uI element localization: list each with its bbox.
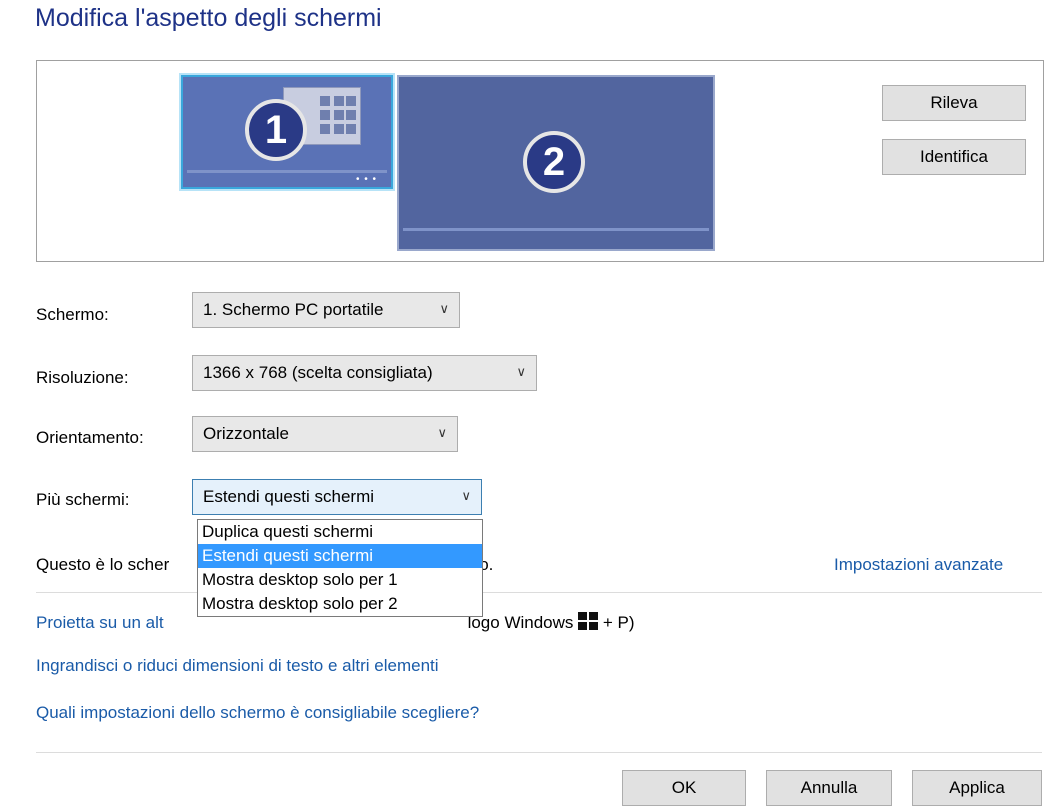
project-link-end: logo Windows	[467, 613, 574, 632]
monitor-arrangement-panel: 1 • • • 2 Rileva Identifica	[36, 60, 1044, 262]
footer-divider	[36, 752, 1042, 753]
apply-button[interactable]: Applica	[912, 770, 1042, 806]
windows-logo-icon	[578, 612, 599, 630]
orientation-select-value: Orizzontale	[203, 424, 289, 443]
screen-select-value: 1. Schermo PC portatile	[203, 300, 384, 319]
project-link-start: Proietta su un alt	[36, 613, 164, 632]
dropdown-option[interactable]: Duplica questi schermi	[198, 520, 482, 544]
which-settings-link[interactable]: Quali impostazioni dello schermo è consi…	[36, 703, 479, 723]
ok-button[interactable]: OK	[622, 770, 746, 806]
chevron-down-icon: ∨	[437, 425, 447, 440]
dropdown-option[interactable]: Mostra desktop solo per 2	[198, 592, 482, 616]
dropdown-option-selected[interactable]: Estendi questi schermi	[198, 544, 482, 568]
resolution-select[interactable]: 1366 x 768 (scelta consigliata) ∨	[192, 355, 537, 391]
cancel-button[interactable]: Annulla	[766, 770, 892, 806]
chevron-down-icon: ∨	[516, 364, 526, 379]
multiple-displays-dropdown: Duplica questi schermi Estendi questi sc…	[197, 519, 483, 617]
chevron-down-icon: ∨	[461, 488, 471, 503]
monitor-2[interactable]: 2	[397, 75, 715, 251]
orientation-label: Orientamento:	[36, 428, 144, 447]
dropdown-option[interactable]: Mostra desktop solo per 1	[198, 568, 482, 592]
resize-text-link[interactable]: Ingrandisci o riduci dimensioni di testo…	[36, 656, 439, 676]
divider	[36, 592, 1042, 593]
info-text-start: Questo è lo scher	[36, 555, 170, 574]
chevron-down-icon: ∨	[439, 301, 449, 316]
multiple-displays-label: Più schermi:	[36, 490, 130, 509]
project-link-tail: + P)	[602, 613, 635, 632]
taskbar-line	[187, 170, 387, 173]
orientation-select[interactable]: Orizzontale ∨	[192, 416, 458, 452]
page-title: Modifica l'aspetto degli schermi	[35, 4, 382, 32]
more-dots-icon: • • •	[355, 174, 377, 185]
screen-select[interactable]: 1. Schermo PC portatile ∨	[192, 292, 460, 328]
advanced-settings-link[interactable]: Impostazioni avanzate	[834, 555, 1003, 575]
detect-button[interactable]: Rileva	[882, 85, 1026, 121]
monitor-number-badge: 1	[245, 99, 307, 161]
multiple-displays-select-value: Estendi questi schermi	[203, 487, 375, 506]
taskbar-line	[403, 228, 709, 231]
resolution-select-value: 1366 x 768 (scelta consigliata)	[203, 363, 433, 382]
monitor-number-badge: 2	[523, 131, 585, 193]
resolution-label: Risoluzione:	[36, 368, 129, 387]
screen-label: Schermo:	[36, 305, 109, 324]
multiple-displays-select[interactable]: Estendi questi schermi ∨	[192, 479, 482, 515]
monitor-1[interactable]: 1 • • •	[181, 75, 393, 189]
identify-button[interactable]: Identifica	[882, 139, 1026, 175]
